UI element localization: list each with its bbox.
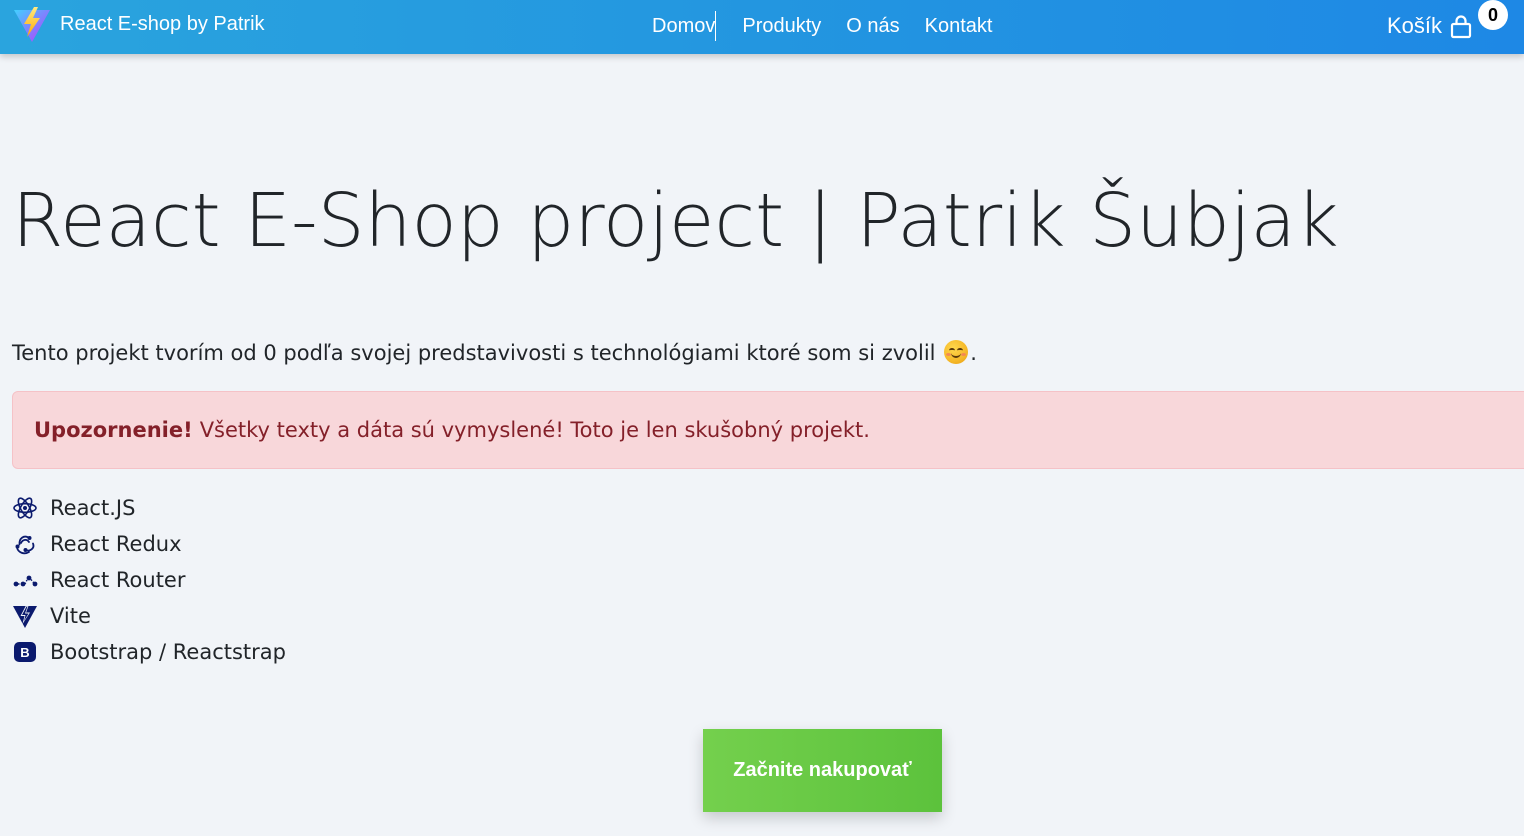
technology-list: React.JS React Redux React Router Vite B… xyxy=(12,490,286,670)
nav-link-home[interactable]: Domov xyxy=(646,11,717,41)
shopping-bag-icon xyxy=(1450,15,1472,39)
navbar: React E-shop by Patrik Domov Produkty O … xyxy=(0,0,1524,54)
vite-logo-icon xyxy=(12,4,52,44)
vite-icon xyxy=(12,603,38,629)
bootstrap-icon: B xyxy=(12,639,38,665)
nav-link-products[interactable]: Produkty xyxy=(736,11,827,41)
smiling-face-icon xyxy=(944,340,969,364)
list-item: React.JS xyxy=(12,490,286,526)
list-item: B Bootstrap / Reactstrap xyxy=(12,634,286,670)
nav-link-about[interactable]: O nás xyxy=(840,11,905,41)
main-nav: Domov Produkty O nás Kontakt xyxy=(646,11,998,41)
alert-title: Upozornenie! xyxy=(34,418,193,442)
react-router-icon xyxy=(12,567,38,593)
page-title: React E-Shop project | Patrik Šubjak xyxy=(12,178,1339,264)
start-shopping-button[interactable]: Začnite nakupovať xyxy=(703,729,942,812)
nav-link-contact[interactable]: Kontakt xyxy=(919,11,999,41)
brand-link[interactable]: React E-shop by Patrik xyxy=(12,4,265,44)
list-item: React Router xyxy=(12,562,286,598)
brand-name: React E-shop by Patrik xyxy=(60,12,265,35)
react-icon xyxy=(12,495,38,521)
intro-text: Tento projekt tvorím od 0 podľa svojej p… xyxy=(12,340,977,365)
tech-label: React.JS xyxy=(50,496,136,520)
list-item: Vite xyxy=(12,598,286,634)
alert-message: Všetky texty a dáta sú vymyslené! Toto j… xyxy=(199,418,870,442)
intro-sentence: Tento projekt tvorím od 0 podľa svojej p… xyxy=(12,341,936,365)
cart-count-badge: 0 xyxy=(1478,0,1508,30)
intro-period: . xyxy=(970,341,977,365)
svg-text:B: B xyxy=(20,645,29,660)
tech-label: React Router xyxy=(50,568,186,592)
cart-label: Košík xyxy=(1387,13,1443,38)
redux-icon xyxy=(12,531,38,557)
tech-label: React Redux xyxy=(50,532,182,556)
tech-label: Vite xyxy=(50,604,91,628)
tech-label: Bootstrap / Reactstrap xyxy=(50,640,286,664)
warning-alert: Upozornenie! Všetky texty a dáta sú vymy… xyxy=(12,391,1524,469)
list-item: React Redux xyxy=(12,526,286,562)
cart-link[interactable]: Košík xyxy=(1387,8,1472,44)
